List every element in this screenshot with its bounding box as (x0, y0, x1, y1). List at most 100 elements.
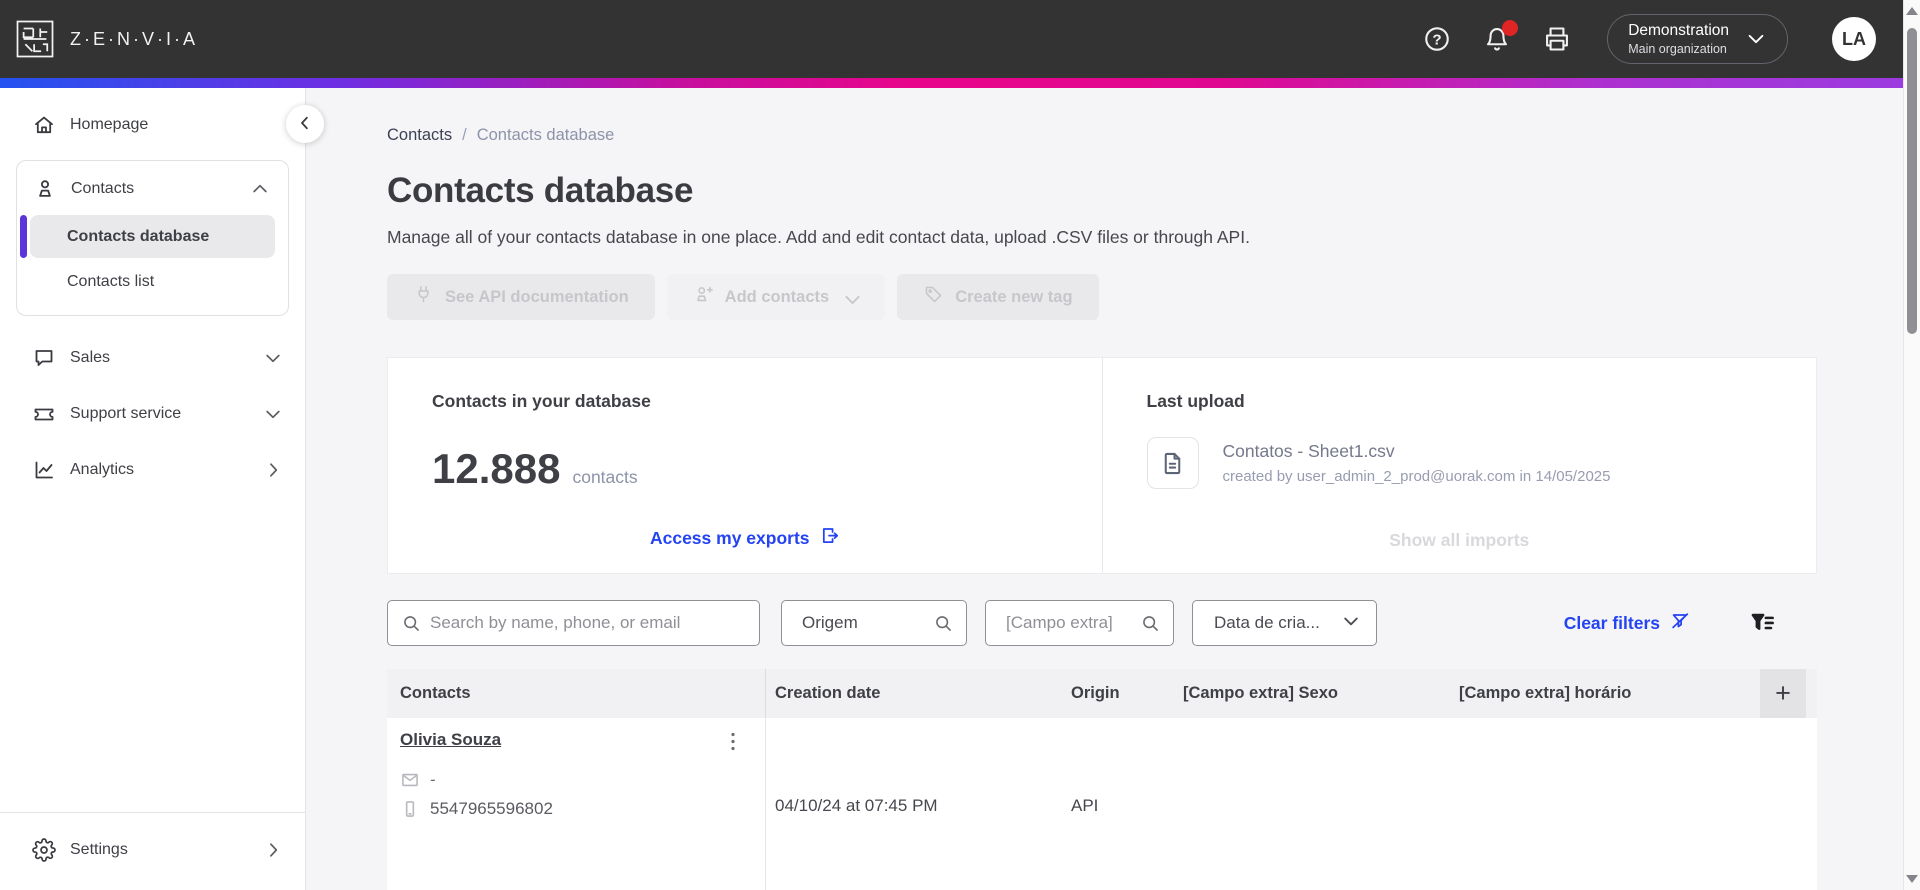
mobile-phone-icon (400, 799, 420, 819)
link-label: Show all imports (1389, 530, 1530, 550)
action-bar: See API documentation Add contacts Creat… (387, 274, 1817, 320)
notifications-button[interactable] (1483, 20, 1519, 53)
search-input[interactable] (387, 600, 760, 646)
table-row: Olivia Souza - 5547965596802 04/10/24 at… (387, 718, 1817, 890)
sidebar-item-label: Settings (70, 841, 128, 858)
upload-file-row: Contatos - Sheet1.csv created by user_ad… (1146, 437, 1773, 489)
creation-date-filter-select[interactable]: Data de cria... (1192, 600, 1377, 646)
button-label: Add contacts (724, 287, 830, 306)
avatar[interactable]: LA (1832, 17, 1876, 61)
see-api-documentation-button[interactable]: See API documentation (387, 274, 655, 320)
last-upload-card: Last upload Contatos - Sheet1.csv create… (1101, 358, 1817, 573)
chevron-down-icon (1341, 611, 1361, 636)
sidebar-group-contacts: Contacts Contacts database Contacts list (16, 160, 289, 316)
kebab-menu-icon (721, 732, 745, 759)
sidebar-item-contacts[interactable]: Contacts (17, 165, 288, 213)
card-title: Last upload (1146, 391, 1245, 411)
filter-list-icon (1749, 613, 1776, 641)
organization-switcher[interactable]: Demonstration Main organization (1607, 14, 1788, 64)
breadcrumb-contacts[interactable]: Contacts (387, 126, 452, 145)
create-new-tag-button[interactable]: Create new tag (897, 274, 1099, 320)
breadcrumb-separator: / (462, 126, 467, 144)
analytics-chart-icon (32, 458, 56, 482)
chat-bubble-icon (32, 346, 56, 370)
page-title: Contacts database (387, 171, 694, 210)
sidebar-collapse-button[interactable] (286, 105, 324, 143)
contact-cell: Olivia Souza - 5547965596802 (387, 718, 766, 890)
sidebar-item-homepage[interactable]: Homepage (0, 100, 305, 150)
svg-text:?: ? (1433, 31, 1442, 48)
gear-icon (32, 838, 56, 862)
column-header-campo-extra-horario: [Campo extra] horário (1459, 684, 1632, 702)
sidebar-item-settings[interactable]: Settings (0, 825, 305, 875)
add-column-button[interactable]: + (1760, 669, 1806, 718)
tag-icon (923, 284, 944, 310)
organization-info: Demonstration Main organization (1628, 22, 1729, 56)
creation-date-cell: 04/10/24 at 07:45 PM (775, 796, 938, 815)
origem-filter-wrap (781, 600, 967, 646)
chevron-right-icon (263, 460, 283, 480)
scrollbar-up-arrow[interactable] (1906, 7, 1918, 15)
printer-button[interactable] (1543, 25, 1571, 53)
sidebar-item-support-service[interactable]: Support service (0, 386, 305, 442)
button-label: See API documentation (445, 287, 629, 306)
person-plus-icon (693, 284, 714, 310)
organization-name: Demonstration (1628, 22, 1729, 39)
column-header-contacts: Contacts (387, 669, 766, 718)
table-header: Contacts Creation date Origin [Campo ext… (387, 669, 1817, 718)
campo-extra-filter-input[interactable] (985, 600, 1174, 646)
topbar: Z·E·N·V·I·A ? Demonstration Main organiz… (0, 0, 1903, 78)
page: Z·E·N·V·I·A ? Demonstration Main organiz… (0, 0, 1903, 890)
zenvia-logo-icon (14, 18, 56, 60)
brand[interactable]: Z·E·N·V·I·A (14, 18, 198, 60)
column-header-origin: Origin (1071, 684, 1120, 702)
vertical-scrollbar[interactable] (1903, 0, 1920, 890)
breadcrumb: Contacts / Contacts database (387, 126, 1817, 145)
filter-clear-icon (1669, 610, 1691, 637)
campo-extra-filter-wrap (985, 600, 1174, 646)
link-label: Access my exports (649, 527, 810, 548)
sidebar-item-label: Analytics (70, 461, 135, 478)
scrollbar-thumb[interactable] (1907, 28, 1917, 334)
column-header-campo-extra-sexo: [Campo extra] Sexo (1183, 684, 1338, 702)
app-window: Z·E·N·V·I·A ? Demonstration Main organiz… (0, 0, 1920, 890)
link-label: Clear filters (1563, 612, 1660, 633)
card-title: Contacts in your database (432, 391, 651, 411)
upload-filename: Contatos - Sheet1.csv (1222, 441, 1395, 461)
contacts-count: 12.888 contacts (432, 445, 1058, 493)
sidebar: Homepage Contacts Contacts database Cont… (0, 88, 324, 890)
chevron-left-icon (296, 114, 314, 135)
sidebar-item-label: Homepage (70, 116, 149, 133)
sidebar-item-label: Contacts (71, 180, 135, 197)
add-contacts-button[interactable]: Add contacts (666, 274, 886, 320)
file-icon (1146, 437, 1199, 489)
sidebar-item-label: Sales (70, 349, 111, 366)
origem-filter-input[interactable] (781, 600, 967, 646)
advanced-filters-button[interactable] (1749, 610, 1776, 637)
breadcrumb-current: Contacts database (476, 126, 615, 144)
scrollbar-down-arrow[interactable] (1906, 875, 1918, 883)
sidebar-item-contacts-list[interactable]: Contacts list (30, 260, 275, 303)
show-all-imports-link[interactable]: Show all imports (1103, 530, 1817, 551)
upload-meta: created by user_admin_2_prod@uorak.com i… (1222, 468, 1611, 485)
contact-email-line: - (400, 770, 765, 790)
clear-filters-button[interactable]: Clear filters (1564, 610, 1691, 637)
sidebar-item-analytics[interactable]: Analytics (0, 442, 305, 498)
brand-gradient-bar (0, 78, 1903, 88)
body: Homepage Contacts Contacts database Cont… (0, 88, 1903, 890)
contacts-count-value: 12.888 (432, 445, 561, 492)
contacts-count-unit: contacts (572, 467, 638, 487)
row-menu-button[interactable] (721, 728, 745, 755)
help-button[interactable]: ? (1423, 25, 1451, 53)
contact-phone-line: 5547965596802 (400, 799, 765, 819)
select-value: Data de cria... (1214, 613, 1320, 632)
upload-file-info: Contatos - Sheet1.csv created by user_ad… (1223, 441, 1611, 485)
column-header-creation-date: Creation date (775, 684, 881, 702)
sidebar-item-sales[interactable]: Sales (0, 330, 305, 386)
sidebar-item-label: Support service (70, 405, 182, 422)
sidebar-item-contacts-database[interactable]: Contacts database (20, 215, 275, 258)
origin-cell: API (1071, 796, 1099, 815)
contact-name-link[interactable]: Olivia Souza (400, 730, 501, 750)
chevron-up-icon (250, 179, 270, 199)
access-my-exports-link[interactable]: Access my exports (388, 525, 1102, 551)
